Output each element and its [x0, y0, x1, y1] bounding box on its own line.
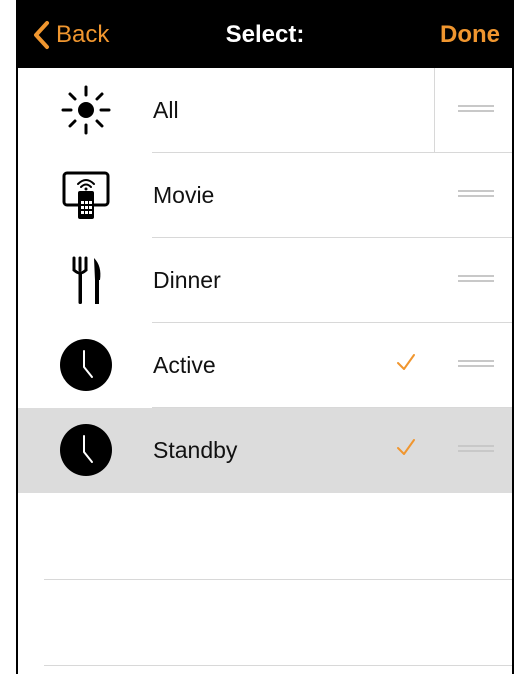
list-item-label: Dinner	[153, 267, 221, 293]
clock-icon	[56, 337, 116, 393]
list-item-label: Standby	[153, 437, 238, 463]
list-item-standby[interactable]: Standby	[18, 408, 512, 493]
fork-knife-icon	[56, 252, 116, 308]
clock-icon	[56, 422, 116, 478]
list-item-active[interactable]: Active	[18, 323, 512, 408]
divider	[44, 665, 512, 666]
reorder-handle-icon[interactable]	[458, 190, 494, 200]
navigation-bar: Back Select: Done	[18, 0, 512, 68]
scene-list: All Movie Dinner Active Standby	[18, 68, 512, 493]
app-window: Back Select: Done All Movie Dinner Activ…	[16, 0, 514, 674]
reorder-handle-icon[interactable]	[458, 360, 494, 370]
tv-remote-icon	[56, 167, 116, 223]
checkmark-icon	[397, 354, 415, 370]
page-title: Select:	[225, 21, 305, 48]
list-item-all[interactable]: All	[18, 68, 512, 153]
divider	[434, 68, 435, 153]
done-button[interactable]: Done	[440, 21, 500, 49]
checkmark-icon	[397, 439, 415, 455]
reorder-handle-icon[interactable]	[458, 105, 494, 115]
sun-icon	[56, 82, 116, 138]
reorder-handle-icon[interactable]	[458, 275, 494, 285]
list-item-dinner[interactable]: Dinner	[18, 238, 512, 323]
list-item-label: Movie	[153, 182, 215, 208]
list-item-movie[interactable]: Movie	[18, 153, 512, 238]
list-item-label: All	[153, 97, 179, 123]
list-item-label: Active	[153, 352, 216, 378]
reorder-handle-icon[interactable]	[458, 445, 494, 455]
divider	[44, 579, 512, 580]
